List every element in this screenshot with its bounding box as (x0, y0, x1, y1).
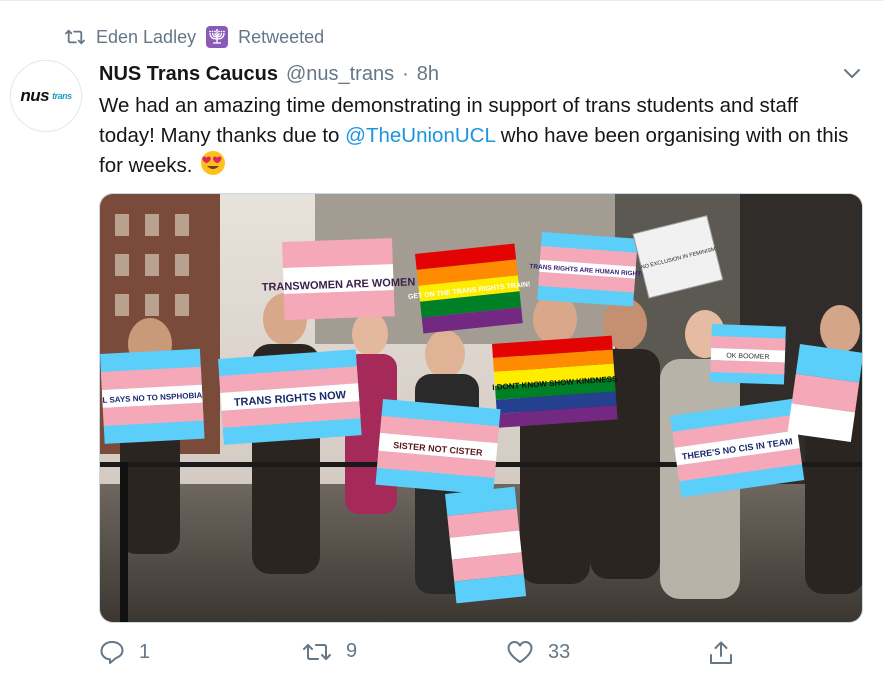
trans-flag (445, 486, 527, 604)
logo-subtext: trans (52, 91, 72, 101)
mention-link[interactable]: @TheUnionUCL (345, 124, 495, 147)
top-divider (0, 0, 883, 1)
user-handle[interactable]: @nus_trans (286, 63, 394, 86)
separator-dot: · (402, 63, 409, 85)
tweet-header: NUS Trans Caucus @nus_trans · 8h (99, 63, 439, 86)
retweet-count: 9 (346, 640, 358, 662)
chevron-down-icon[interactable] (842, 66, 862, 82)
menorah-emoji-icon (206, 26, 229, 48)
retweet-button[interactable]: 9 (302, 640, 357, 663)
retweet-icon (302, 641, 332, 663)
like-count: 33 (548, 640, 571, 663)
like-icon (506, 640, 534, 664)
heart-eyes-emoji-icon (200, 150, 226, 185)
sign-trans-rights-human-rights: TRANS RIGHTS ARE HUMAN RIGHTS (529, 232, 646, 307)
tweet-actions: 1 9 33 (99, 640, 863, 668)
retweeted-label: Retweeted (238, 26, 325, 47)
retweeter-name[interactable]: Eden Ladley (96, 27, 196, 48)
sign-trans-rights-now: TRANS RIGHTS NOW (218, 349, 362, 445)
sign-sister-not-cister: SISTER NOT CISTER (375, 399, 501, 495)
share-icon (708, 640, 734, 666)
sign-ok-boomer: OK BOOMER (709, 324, 786, 385)
retweet-context: Eden Ladley Retweeted (64, 26, 324, 48)
sign-trans-rights-train: GET ON THE TRANS RIGHTS TRAIN! (408, 243, 531, 334)
trans-flag-cape (787, 344, 862, 443)
retweet-context-icon (64, 28, 86, 46)
reply-count: 1 (139, 640, 151, 663)
tweet-text: We had an amazing time demonstrating in … (99, 91, 859, 185)
display-name[interactable]: NUS Trans Caucus (99, 63, 278, 86)
like-button[interactable]: 33 (506, 640, 570, 664)
reply-button[interactable]: 1 (99, 640, 150, 664)
protest-photo: TRANSWOMEN ARE WOMEN GET ON THE TRANS RI… (100, 194, 862, 622)
avatar[interactable]: nus trans (10, 60, 82, 132)
nus-trans-logo: nus trans (20, 86, 72, 106)
sign-no-cis-in-team: THERE'S NO CIS IN TEAM (670, 398, 805, 498)
tweet-photo[interactable]: TRANSWOMEN ARE WOMEN GET ON THE TRANS RI… (99, 193, 863, 623)
sign-dont-know-show-kindness: I DONT KNOW SHOW KINDNESS (492, 335, 618, 428)
reply-icon (99, 640, 125, 664)
sign-says-no-to-transphobia: L SAYS NO TO NSPHOBIA (100, 348, 205, 444)
share-button[interactable] (708, 640, 734, 666)
logo-text: nus (20, 86, 50, 105)
tweet-timestamp[interactable]: 8h (417, 63, 439, 86)
